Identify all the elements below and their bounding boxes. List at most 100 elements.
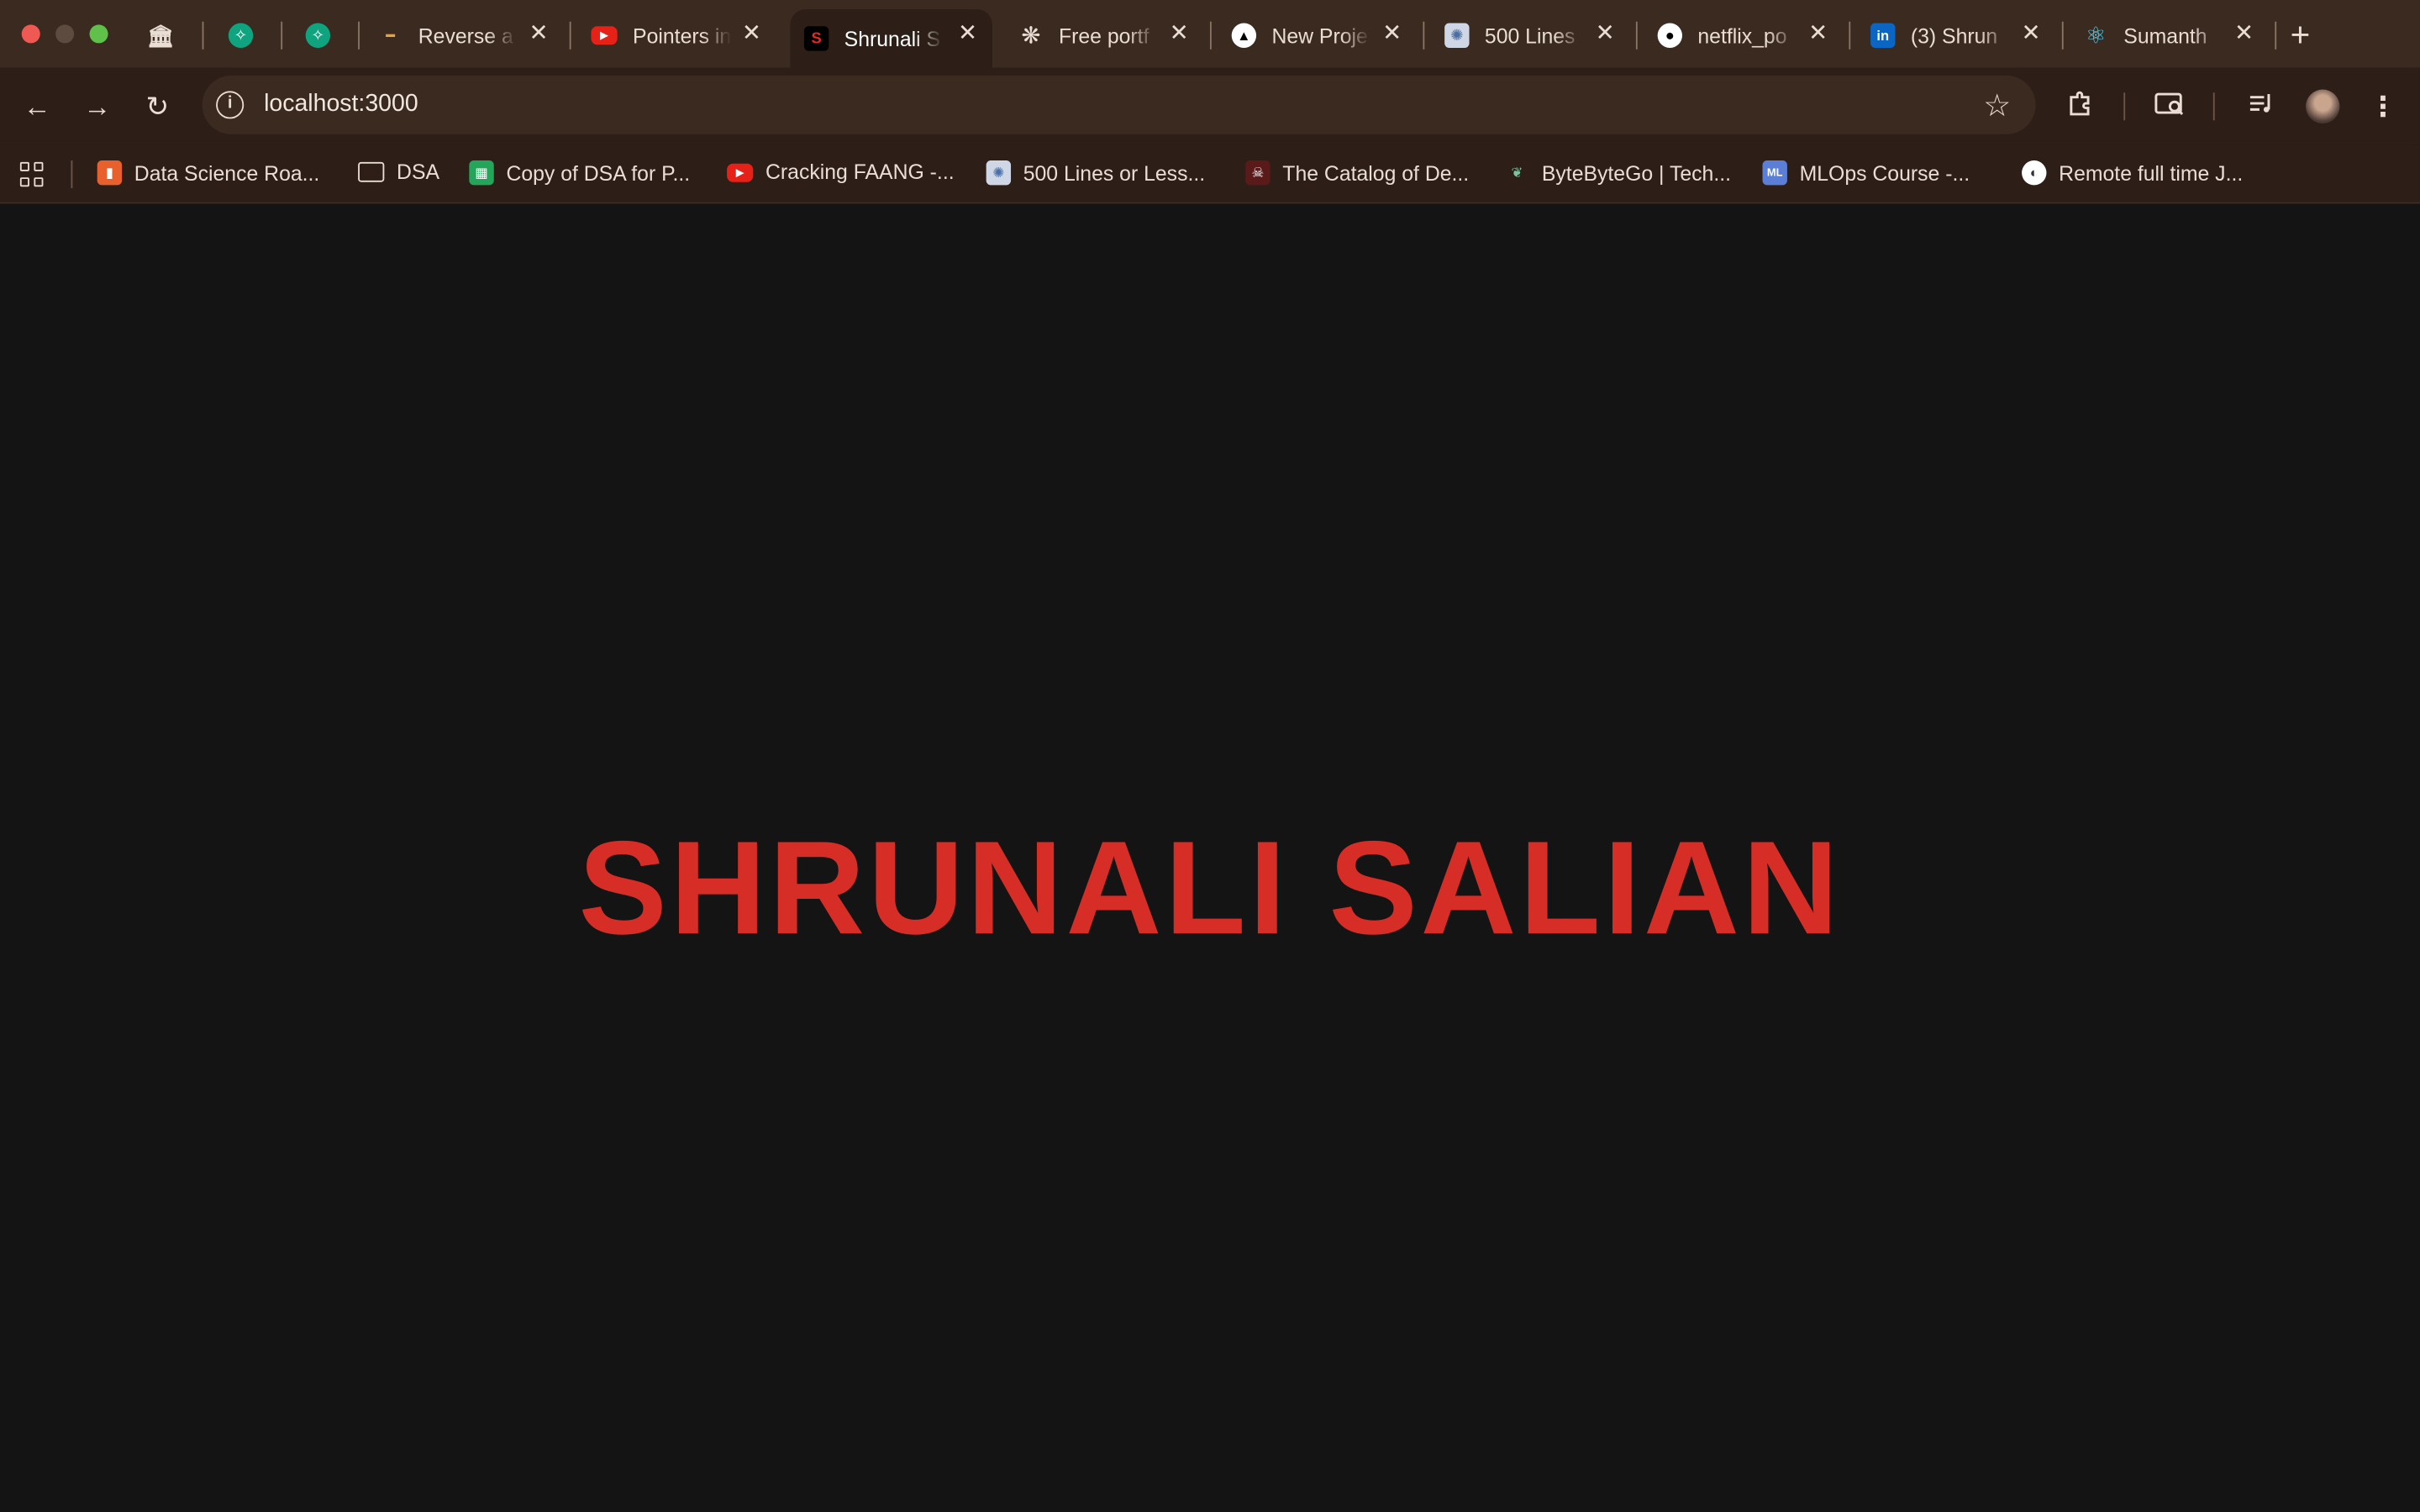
bookmark-label: Cracking FAANG -... bbox=[765, 160, 955, 184]
close-window-button[interactable] bbox=[21, 24, 40, 44]
aosa-icon: ✺ bbox=[1444, 23, 1470, 48]
tab-title: New Proje bbox=[1271, 24, 1368, 48]
site-info-icon[interactable]: i bbox=[216, 91, 245, 119]
bookmark-catalog[interactable]: ☠ The Catalog of De... bbox=[1245, 160, 1470, 186]
bookmark-label: 500 Lines or Less... bbox=[1023, 160, 1206, 185]
sheets-icon: ▦ bbox=[469, 160, 494, 186]
browser-window: 🏛 ✧ ✧ ▬ Reverse a ✕ ▶ Pointers in ✕ S Sh… bbox=[0, 0, 2420, 1512]
tab-separator bbox=[2061, 21, 2064, 50]
bookmark-orange-icon: ▮ bbox=[97, 160, 123, 186]
tab-chatgpt-2[interactable]: ✧ bbox=[305, 9, 339, 61]
bookmark-label: Copy of DSA for P... bbox=[506, 160, 691, 185]
tab-separator bbox=[569, 21, 571, 50]
new-tab-button[interactable]: + bbox=[2291, 9, 2322, 61]
chatgpt-green-icon: ✧ bbox=[305, 23, 331, 48]
tab-title: (3) Shrun bbox=[1910, 24, 1998, 48]
close-tab-icon[interactable]: ✕ bbox=[1167, 21, 1192, 46]
youtube-icon: ▶ bbox=[727, 162, 754, 181]
bookmark-star-icon[interactable]: ☆ bbox=[1983, 87, 2011, 125]
close-tab-icon[interactable]: ✕ bbox=[739, 21, 764, 46]
museum-icon: 🏛 bbox=[146, 22, 175, 48]
tab-separator bbox=[1635, 21, 1638, 50]
tab-shrunali-active[interactable]: S Shrunali S ✕ bbox=[790, 9, 992, 68]
more-menu-icon[interactable]: ⋮ bbox=[2365, 88, 2402, 125]
bookmark-label: DSA bbox=[397, 160, 440, 184]
github-icon: ● bbox=[1657, 23, 1683, 48]
bookmark-bytebytego[interactable]: ❦ ByteByteGo | Tech... bbox=[1505, 160, 1731, 185]
address-bar[interactable]: i localhost:3000 ☆ bbox=[202, 75, 2036, 134]
toolbar-separator bbox=[2212, 92, 2215, 121]
course-icon: ▬ bbox=[386, 30, 396, 40]
bookmark-label: ByteByteGo | Tech... bbox=[1541, 160, 1732, 185]
close-tab-icon[interactable]: ✕ bbox=[1380, 21, 1404, 46]
bookmark-data-science[interactable]: ▮ Data Science Roa... bbox=[97, 160, 320, 186]
page-viewport: SHRUNALI SALIAN bbox=[0, 203, 2420, 1512]
tab-title: Shrunali S bbox=[844, 27, 941, 50]
profile-avatar[interactable] bbox=[2306, 89, 2340, 123]
close-tab-icon[interactable]: ✕ bbox=[955, 21, 980, 46]
tab-separator bbox=[1849, 21, 1851, 50]
tab-separator bbox=[202, 21, 204, 50]
close-tab-icon[interactable]: ✕ bbox=[2018, 21, 2043, 46]
close-tab-icon[interactable]: ✕ bbox=[2232, 21, 2256, 46]
navigation-toolbar: ← → ↻ i localhost:3000 ☆ ⋮ bbox=[0, 67, 2420, 145]
toolbar-separator bbox=[2123, 92, 2126, 121]
minimize-window-button[interactable] bbox=[55, 24, 75, 44]
media-control-icon[interactable] bbox=[2243, 88, 2280, 125]
react-icon: ⚛ bbox=[2085, 23, 2107, 50]
bookmarks-separator bbox=[71, 160, 73, 189]
chatgpt-green-icon: ✧ bbox=[228, 23, 254, 48]
tab-reverse[interactable]: ▬ Reverse a ✕ bbox=[378, 9, 563, 61]
tab-separator bbox=[2275, 21, 2277, 50]
bookmark-dsa-copy[interactable]: ▦ Copy of DSA for P... bbox=[469, 160, 691, 186]
tab-museum[interactable]: 🏛 bbox=[146, 9, 182, 61]
tab-chatgpt-1[interactable]: ✧ bbox=[228, 9, 262, 61]
back-arrow-icon[interactable]: ← bbox=[18, 88, 55, 125]
close-tab-icon[interactable]: ✕ bbox=[526, 21, 550, 46]
folder-icon bbox=[358, 161, 385, 182]
bookmark-remote-jobs[interactable]: ◐ Remote full time J... bbox=[2022, 160, 2243, 186]
bookmark-folder-dsa[interactable]: DSA bbox=[358, 160, 439, 184]
youtube-icon: ▶ bbox=[591, 26, 618, 45]
tab-title: Reverse a bbox=[418, 24, 513, 48]
plus-icon: + bbox=[2290, 15, 2311, 55]
close-tab-icon[interactable]: ✕ bbox=[1806, 21, 1830, 46]
linkedin-icon: in bbox=[1870, 23, 1896, 48]
bookmark-mlops[interactable]: ML MLOps Course -... bbox=[1762, 160, 1970, 186]
tab-pointers[interactable]: ▶ Pointers in ✕ bbox=[591, 9, 776, 61]
catalog-icon: ☠ bbox=[1245, 160, 1270, 186]
hero-name-title: SHRUNALI SALIAN bbox=[578, 814, 1842, 963]
tab-title: Sumanth bbox=[2123, 24, 2207, 48]
tab-500-lines[interactable]: ✺ 500 Lines ✕ bbox=[1444, 9, 1629, 61]
apps-grid-icon[interactable] bbox=[19, 161, 45, 186]
tab-linkedin[interactable]: in (3) Shrun ✕ bbox=[1870, 9, 2055, 61]
reload-icon[interactable]: ↻ bbox=[139, 88, 176, 125]
tab-new-project[interactable]: ▲ New Proje ✕ bbox=[1231, 9, 1417, 61]
tab-separator bbox=[1423, 21, 1425, 50]
s-logo-icon: S bbox=[803, 26, 829, 51]
extensions-puzzle-icon[interactable] bbox=[2062, 88, 2099, 125]
forward-arrow-icon[interactable]: → bbox=[79, 88, 116, 125]
tab-title: 500 Lines bbox=[1484, 24, 1576, 48]
url-text[interactable]: localhost:3000 bbox=[264, 91, 418, 118]
bookmark-500-lines[interactable]: ✺ 500 Lines or Less... bbox=[986, 160, 1206, 186]
openai-icon: ❋ bbox=[1021, 23, 1041, 50]
mlops-icon: ML bbox=[1762, 160, 1787, 186]
remote-icon: ◐ bbox=[2022, 160, 2047, 186]
tab-title: netflix_po bbox=[1697, 24, 1787, 48]
bookmark-cracking-faang[interactable]: ▶ Cracking FAANG -... bbox=[727, 160, 955, 184]
tab-search-icon[interactable] bbox=[2151, 88, 2188, 125]
tab-title: Free portf bbox=[1058, 24, 1150, 48]
tab-netflix-po[interactable]: ● netflix_po ✕ bbox=[1657, 9, 1843, 61]
bytebytego-icon: ❦ bbox=[1511, 164, 1523, 180]
maximize-window-button[interactable] bbox=[89, 24, 108, 44]
tab-sumanth[interactable]: ⚛ Sumanth ✕ bbox=[2084, 9, 2269, 61]
tab-strip: 🏛 ✧ ✧ ▬ Reverse a ✕ ▶ Pointers in ✕ S Sh… bbox=[0, 0, 2420, 68]
bookmark-label: Data Science Roa... bbox=[134, 160, 320, 185]
bookmark-label: The Catalog of De... bbox=[1282, 160, 1470, 185]
vercel-icon: ▲ bbox=[1231, 23, 1257, 48]
close-tab-icon[interactable]: ✕ bbox=[1592, 21, 1617, 46]
tab-free-portfolio[interactable]: ❋ Free portf ✕ bbox=[1018, 9, 1203, 61]
tab-separator bbox=[281, 21, 283, 50]
bookmark-label: MLOps Course -... bbox=[1799, 160, 1970, 185]
